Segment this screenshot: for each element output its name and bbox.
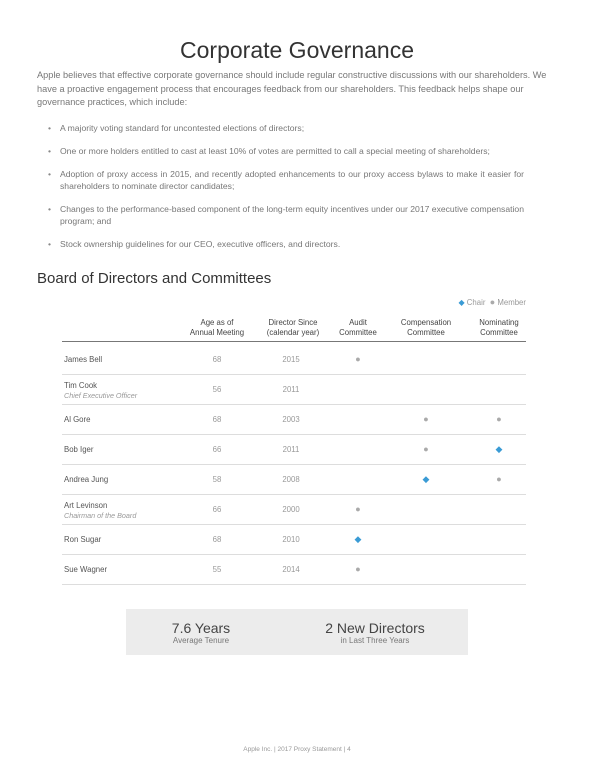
column-header-line: Age as of	[200, 318, 234, 327]
director-since: 2015	[282, 355, 300, 364]
director-since: 2000	[282, 505, 300, 514]
director-age: 56	[212, 385, 222, 394]
director-since: 2014	[282, 565, 300, 574]
column-header-compensation: Compensation Committee	[390, 318, 462, 338]
column-header-nominating: Nominating Committee	[470, 318, 528, 338]
stat-new-directors-label: in Last Three Years	[340, 636, 410, 645]
column-header-since: Director Since (calendar year)	[254, 318, 332, 338]
governance-practices-list: A majority voting standard for uncontest…	[46, 122, 524, 261]
director-name: Bob Iger	[64, 445, 94, 454]
member-dot-icon: ●	[423, 414, 429, 424]
column-header-line: (calendar year)	[266, 328, 320, 337]
table-row: Bob Iger 66 2011 ● ◆	[62, 434, 526, 465]
director-name: Andrea Jung	[64, 475, 109, 484]
chair-diamond-icon: ◆	[458, 298, 465, 307]
column-header-audit: Audit Committee	[332, 318, 384, 338]
column-header-line: Compensation	[400, 318, 452, 327]
director-since: 2011	[282, 385, 300, 394]
member-dot-icon: ●	[489, 297, 496, 307]
member-dot-icon: ●	[496, 474, 502, 484]
page-footer: Apple Inc. | 2017 Proxy Statement | 4	[243, 746, 351, 753]
column-header-line: Committee	[407, 328, 445, 337]
list-item: Changes to the performance-based compone…	[46, 203, 524, 227]
stat-tenure-label: Average Tenure	[172, 636, 230, 645]
director-age: 55	[212, 565, 222, 574]
stat-tenure: 7.6 Years Average Tenure	[126, 620, 276, 646]
director-age: 68	[212, 355, 222, 364]
table-header-rule	[62, 341, 526, 342]
member-dot-icon: ●	[355, 564, 361, 574]
list-item: One or more holders entitled to cast at …	[46, 145, 524, 157]
table-row: Sue Wagner 55 2014 ●	[62, 554, 526, 585]
table-row: Art Levinson Chairman of the Board 66 2000 ●	[62, 494, 526, 525]
legend-member-label: Member	[497, 298, 526, 307]
column-header-line: Nominating	[479, 318, 519, 327]
column-header-line: Audit	[349, 318, 367, 327]
director-since: 2010	[282, 535, 300, 544]
chair-diamond-icon: ◆	[354, 534, 362, 544]
member-dot-icon: ●	[355, 504, 361, 514]
table-row: James Bell 68 2015 ●	[62, 344, 526, 375]
table-row: Al Gore 68 2003 ● ●	[62, 404, 526, 435]
column-header-age: Age as of Annual Meeting	[180, 318, 254, 338]
list-item: Adoption of proxy access in 2015, and re…	[46, 168, 524, 192]
intro-paragraph: Apple believes that effective corporate …	[37, 70, 547, 108]
member-dot-icon: ●	[423, 444, 429, 454]
chair-diamond-icon: ◆	[495, 444, 503, 454]
member-dot-icon: ●	[496, 414, 502, 424]
stat-new-directors-value: 2 New Directors	[325, 620, 425, 636]
director-since: 2008	[282, 475, 300, 484]
director-age: 66	[212, 505, 222, 514]
board-heading: Board of Directors and Committees	[37, 270, 272, 287]
director-since: 2003	[282, 415, 300, 424]
list-item: A majority voting standard for uncontest…	[46, 122, 524, 134]
director-name: Sue Wagner	[64, 565, 108, 574]
column-header-line: Annual Meeting	[189, 328, 245, 337]
column-header-line: Committee	[339, 328, 377, 337]
director-name: Al Gore	[64, 415, 91, 424]
director-age: 66	[212, 445, 222, 454]
member-dot-icon: ●	[355, 354, 361, 364]
legend-chair-label: Chair	[466, 298, 486, 307]
director-role: Chairman of the Board	[64, 511, 137, 520]
table-row: Andrea Jung 58 2008 ◆ ●	[62, 464, 526, 495]
director-name: Art Levinson	[64, 501, 108, 510]
director-name: Ron Sugar	[64, 535, 102, 544]
director-name: Tim Cook	[64, 381, 98, 390]
stats-panel: 7.6 Years Average Tenure 2 New Directors…	[126, 609, 468, 655]
column-header-line: Director Since	[268, 318, 318, 327]
chair-diamond-icon: ◆	[422, 474, 430, 484]
director-age: 68	[212, 535, 222, 544]
list-item: Stock ownership guidelines for our CEO, …	[46, 238, 524, 250]
stat-new-directors: 2 New Directors in Last Three Years	[300, 620, 450, 646]
stat-tenure-value: 7.6 Years	[171, 620, 231, 636]
director-role: Chief Executive Officer	[64, 391, 138, 400]
director-age: 68	[212, 415, 222, 424]
director-name: James Bell	[64, 355, 103, 364]
column-header-line: Committee	[480, 328, 518, 337]
table-row: Ron Sugar 68 2010 ◆	[62, 524, 526, 555]
table-row: Tim Cook Chief Executive Officer 56 2011	[62, 374, 526, 405]
committee-legend: ◆ Chair ● Member	[458, 297, 526, 307]
page-title: Corporate Governance	[180, 37, 414, 64]
director-age: 58	[212, 475, 222, 484]
director-since: 2011	[282, 445, 300, 454]
